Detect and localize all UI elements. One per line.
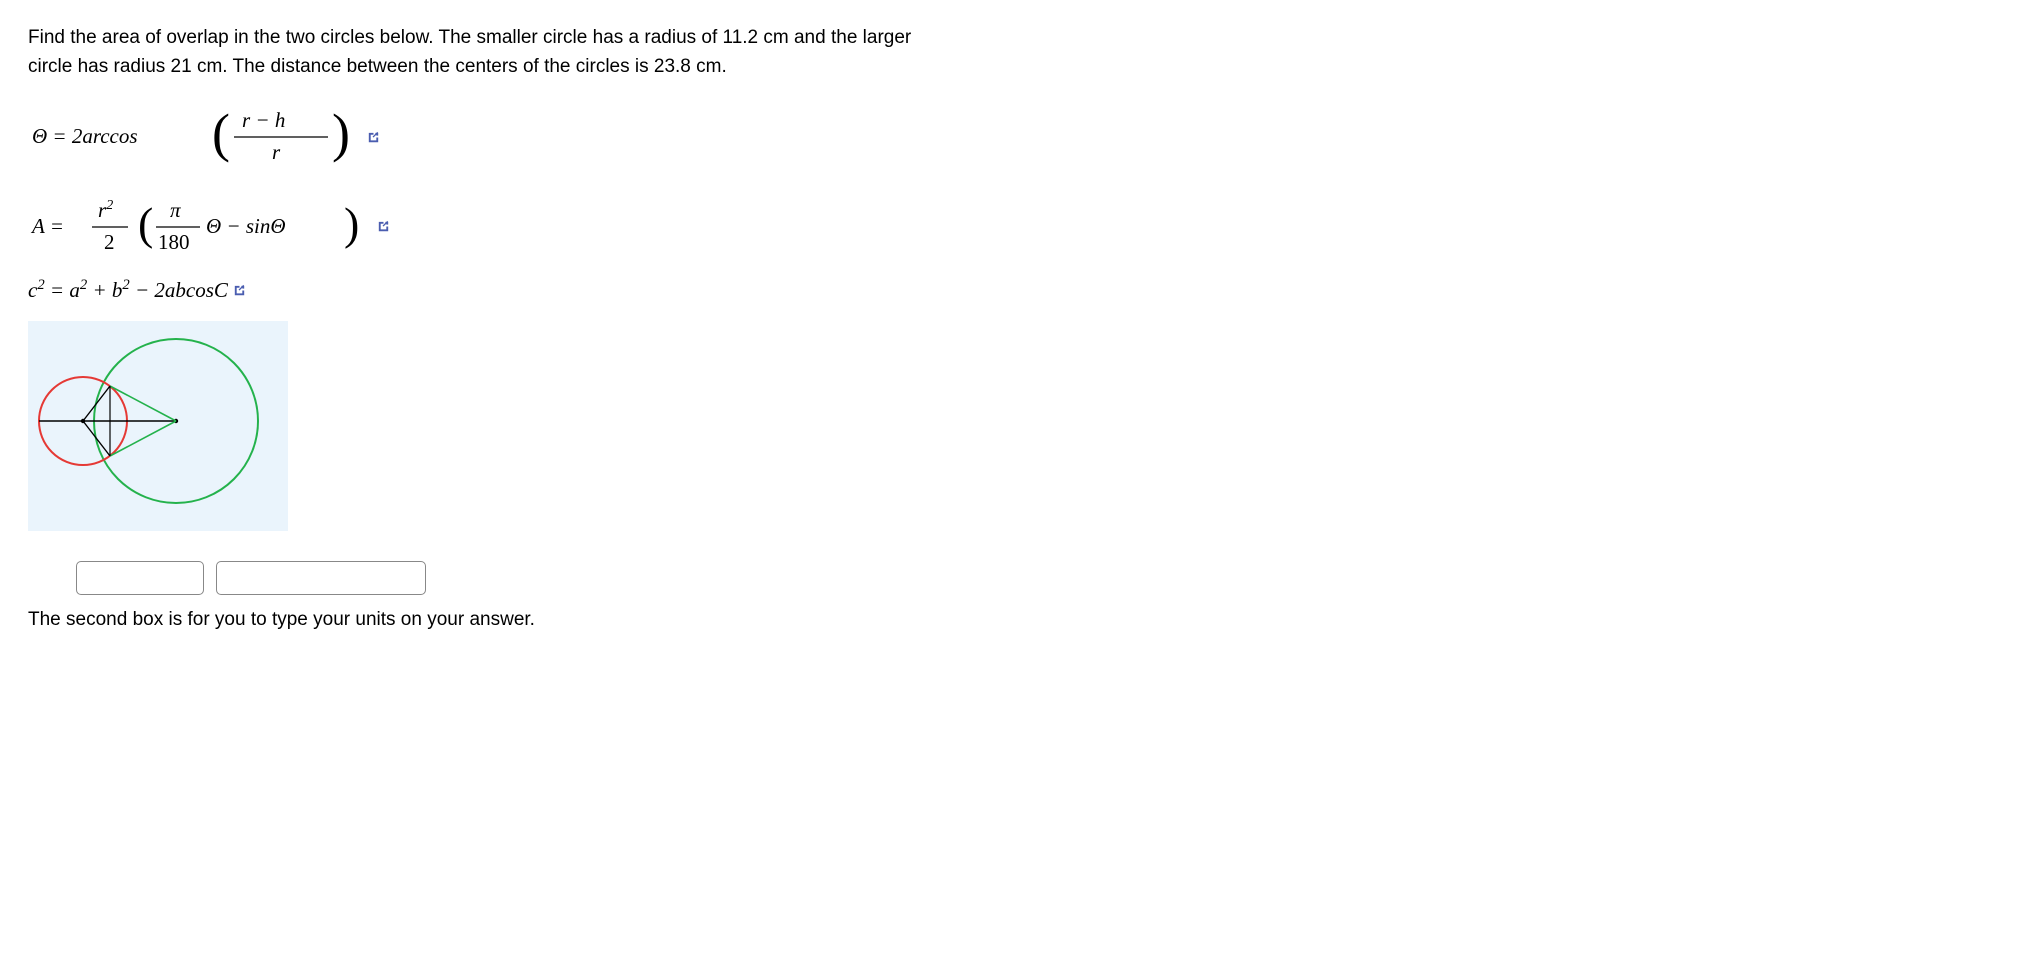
units-hint: The second box is for you to type your u… — [28, 609, 1999, 631]
formula-theta-den: r — [272, 140, 281, 164]
formula-theta-num: r − h — [242, 108, 285, 132]
svg-text:180: 180 — [158, 230, 190, 254]
svg-text:): ) — [332, 103, 350, 163]
svg-text:2: 2 — [104, 230, 115, 254]
question-text: Find the area of overlap in the two circ… — [28, 24, 1999, 81]
svg-text:r2: r2 — [98, 198, 113, 222]
svg-text:): ) — [344, 198, 359, 249]
svg-text:π: π — [170, 198, 181, 222]
formula-theta: Θ = 2arccos ( ) r − h r — [28, 99, 1999, 175]
popout-icon[interactable] — [366, 130, 381, 145]
svg-text:(: ( — [212, 103, 230, 163]
question-line-2: circle has radius 21 cm. The distance be… — [28, 56, 727, 77]
svg-text:(: ( — [138, 198, 153, 249]
popout-icon[interactable] — [232, 283, 247, 298]
overlap-diagram — [28, 321, 288, 531]
popout-icon[interactable] — [376, 219, 391, 234]
answer-row — [76, 561, 1999, 595]
svg-text:Θ − sinΘ: Θ − sinΘ — [206, 214, 286, 238]
question-line-1: Find the area of overlap in the two circ… — [28, 27, 911, 48]
svg-text:A =: A = — [30, 214, 64, 238]
units-input[interactable] — [216, 561, 426, 595]
answer-input[interactable] — [76, 561, 204, 595]
formula-area: A = r2 2 ( ) π 180 Θ − sinΘ — [28, 193, 1999, 259]
formula-cosine-law: c2 = a2 + b2 − 2abcosC — [28, 277, 1999, 303]
formula-theta-lhs: Θ = 2arccos — [32, 124, 138, 148]
